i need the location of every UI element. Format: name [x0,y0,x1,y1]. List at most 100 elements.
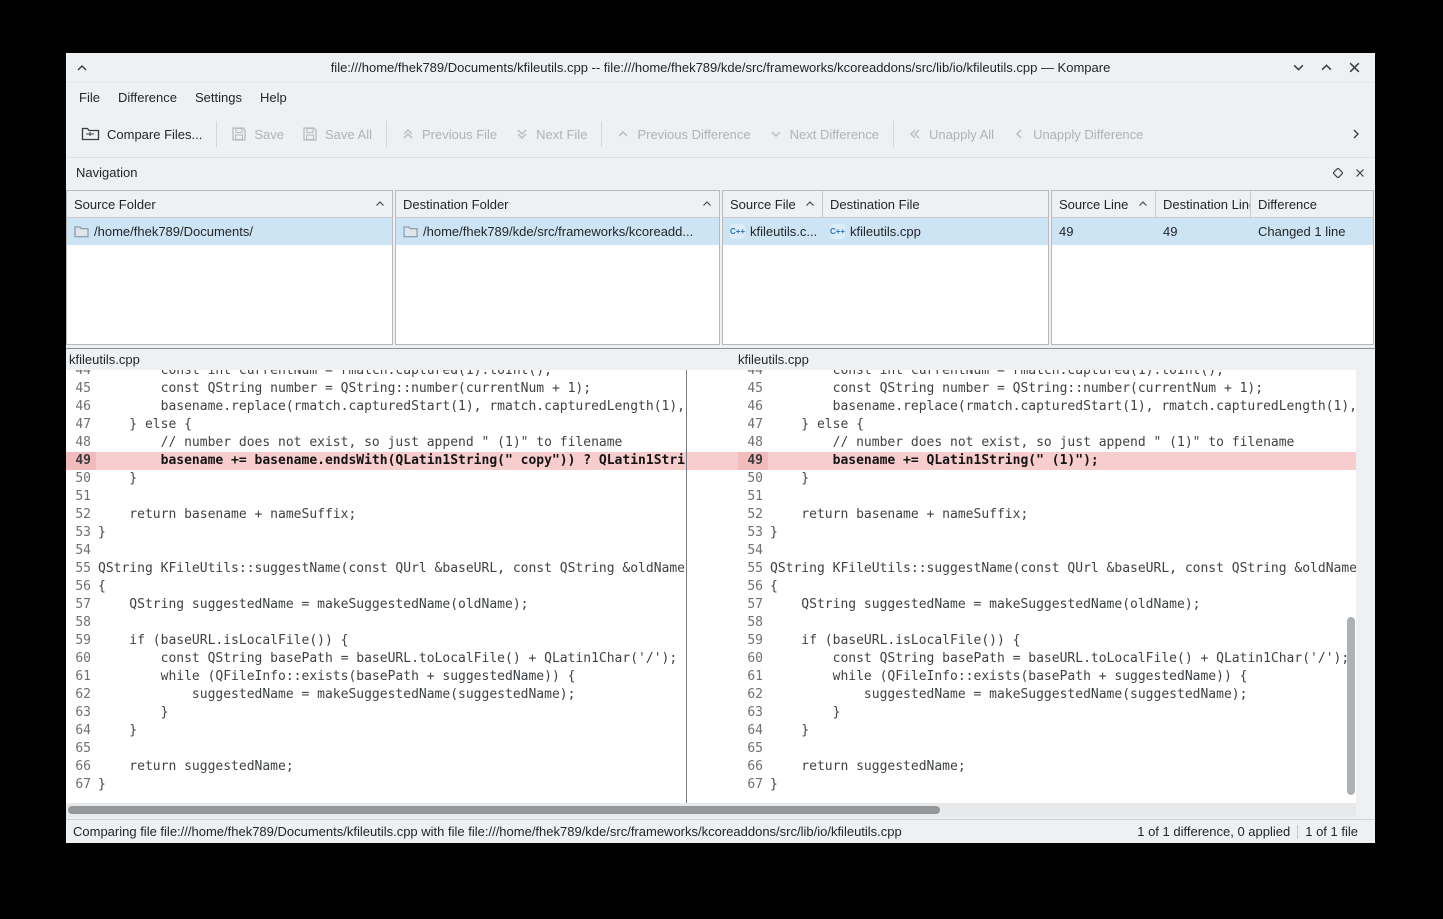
code-line-63: 63 } [66,704,686,722]
source-folder-row[interactable]: /home/fhek789/Documents/ [67,218,392,245]
line-number: 55 [738,560,768,578]
navigation-dock-title: Navigation [76,165,137,180]
code-line-58: 58 [66,614,686,632]
vertical-scrollbar[interactable] [1347,617,1355,795]
code-text: suggestedName = makeSuggestedName(sugges… [96,686,575,704]
code-text: } [96,776,106,794]
source-line-column-header[interactable]: Source Line [1052,191,1156,217]
code-text: const QString basePath = baseURL.toLocal… [96,650,677,668]
titlebar[interactable]: file:///home/fhek789/Documents/kfileutil… [66,53,1375,83]
code-text: { [768,578,778,596]
code-text: if (baseURL.isLocalFile()) { [768,632,1020,650]
previous-file-button[interactable]: Previous File [392,117,506,151]
unapply-all-button[interactable]: Unapply All [899,117,1003,151]
menu-settings[interactable]: Settings [186,85,251,110]
source-file-name: kfileutils.c... [750,224,816,239]
code-line-59: 59 if (baseURL.isLocalFile()) { [66,632,686,650]
keep-above-icon[interactable] [76,62,88,74]
line-number: 61 [66,668,96,686]
code-line-64: 64 } [738,722,1356,740]
line-number: 52 [66,506,96,524]
code-line-49: 49 basename += QLatin1String(" (1)"); [738,452,1356,470]
cpp-file-icon: C++ [730,224,745,239]
code-text: } else { [96,416,192,434]
navigation-dock-header[interactable]: Navigation [66,158,1375,187]
menu-help[interactable]: Help [251,85,296,110]
source-code-pane[interactable]: 44 const int currentNum = rmatch.capture… [66,370,687,803]
code-line-58: 58 [738,614,1356,632]
code-line-61: 61 while (QFileInfo::exists(basePath + s… [738,668,1356,686]
folder-icon [403,225,418,238]
unapply-difference-button[interactable]: Unapply Difference [1003,117,1152,151]
code-text [768,488,770,506]
previous-difference-button[interactable]: Previous Difference [607,117,759,151]
code-line-48: 48 // number does not exist, so just app… [738,434,1356,452]
minimize-button[interactable] [1289,59,1307,77]
line-number: 56 [738,578,768,596]
code-text [768,542,770,560]
compare-files-label: Compare Files... [107,127,202,142]
line-number: 62 [66,686,96,704]
source-file-column-header[interactable]: Source File [723,191,823,217]
code-text: basename += basename.endsWith(QLatin1Str… [96,452,686,470]
horizontal-scrollbar-handle[interactable] [68,806,940,814]
destination-line-value: 49 [1163,224,1177,239]
code-text [96,488,98,506]
line-number: 64 [738,722,768,740]
code-text: } [96,470,137,488]
compare-files-button[interactable]: Compare Files... [72,117,211,151]
code-line-53: 53} [66,524,686,542]
horizontal-scrollbar[interactable] [66,803,1356,817]
destination-folder-list-header: Destination Folder [396,191,719,218]
code-text [96,542,98,560]
line-number: 66 [738,758,768,776]
code-text: } [768,470,809,488]
destination-code-pane[interactable]: 44 const int currentNum = rmatch.capture… [738,370,1356,803]
destination-file-column-header[interactable]: Destination File [823,191,1048,217]
maximize-button[interactable] [1317,59,1335,77]
toolbar-extension-button[interactable] [1345,123,1367,145]
right-pane-title: kfileutils.cpp [738,352,809,367]
next-difference-button[interactable]: Next Difference [760,117,888,151]
sort-ascending-icon [696,200,712,208]
line-number: 57 [738,596,768,614]
destination-folder-list: Destination Folder /home/fhek789/kde/src… [395,190,720,345]
code-text: suggestedName = makeSuggestedName(sugges… [768,686,1247,704]
line-number: 49 [738,452,768,470]
left-pane-title: kfileutils.cpp [69,352,140,367]
line-number: 48 [738,434,768,452]
code-line-65: 65 [738,740,1356,758]
destination-line-column-header[interactable]: Destination Line [1156,191,1251,217]
save-button[interactable]: Save [222,117,293,151]
menu-difference[interactable]: Difference [109,85,186,110]
code-text [96,614,98,632]
status-right: 1 of 1 difference, 0 applied 1 of 1 file [1130,824,1365,839]
line-number: 65 [738,740,768,758]
cpp-file-icon: C++ [830,224,845,239]
file-row[interactable]: C++ kfileutils.c... C++ kfileutils.cpp [723,218,1048,245]
source-folder-column-header[interactable]: Source Folder [67,191,392,217]
difference-column-header[interactable]: Difference [1251,191,1373,217]
line-number: 55 [66,560,96,578]
code-text: } [96,704,168,722]
code-line-47: 47 } else { [66,416,686,434]
code-line-50: 50 } [738,470,1356,488]
code-line-53: 53} [738,524,1356,542]
line-number: 46 [66,398,96,416]
destination-folder-column-header[interactable]: Destination Folder [396,191,719,217]
close-button[interactable] [1345,59,1363,77]
double-chevron-up-icon [401,127,415,141]
next-file-button[interactable]: Next File [506,117,596,151]
dock-buttons [1333,168,1365,178]
destination-folder-row[interactable]: /home/fhek789/kde/src/frameworks/kcoread… [396,218,719,245]
sort-ascending-icon [1132,200,1148,208]
code-line-57: 57 QString suggestedName = makeSuggested… [738,596,1356,614]
difference-row[interactable]: 49 49 Changed 1 line [1052,218,1373,245]
dock-float-icon[interactable] [1333,168,1343,178]
code-text [768,614,770,632]
code-text: QString suggestedName = makeSuggestedNam… [768,596,1200,614]
menu-file[interactable]: File [70,85,109,110]
save-all-button[interactable]: Save All [293,117,381,151]
dock-close-icon[interactable] [1355,168,1365,178]
toolbar-separator [893,121,894,147]
